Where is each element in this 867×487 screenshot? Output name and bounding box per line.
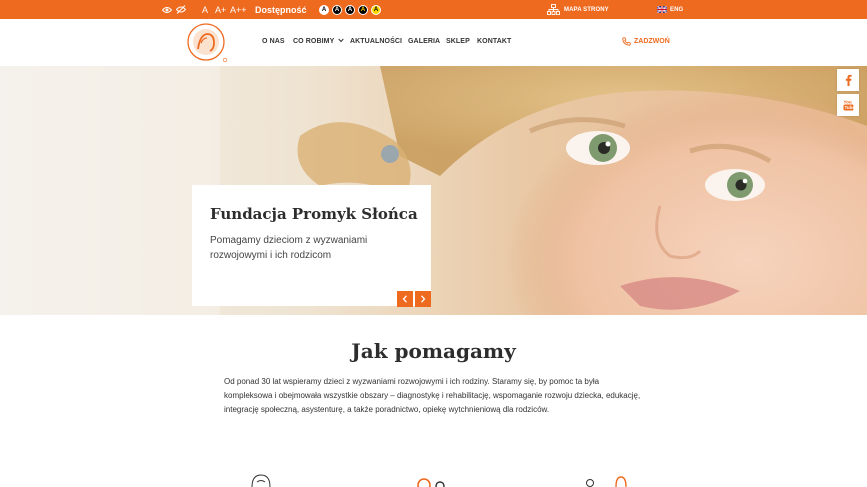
font-size-medium-button[interactable]: A+ xyxy=(215,0,226,19)
eye-icon[interactable] xyxy=(162,0,172,19)
contrast-white-button[interactable]: A xyxy=(319,4,329,15)
contrast-options: A A A A A xyxy=(319,0,381,19)
hero-subtitle: Pomagamy dzieciom z wyzwaniami rozwojowy… xyxy=(210,235,368,261)
svg-text:You: You xyxy=(843,100,851,105)
phone-icon xyxy=(622,37,631,46)
slider-next-button[interactable] xyxy=(415,291,431,307)
section-title: Jak pomagamy xyxy=(351,339,516,363)
sitemap-icon xyxy=(547,4,560,15)
youtube-button[interactable]: You Tube xyxy=(837,94,859,116)
people-icon xyxy=(417,478,445,487)
chevron-left-icon xyxy=(402,295,407,303)
nav-co-robimy[interactable]: CO ROBIMY xyxy=(293,38,344,45)
head-outline-icon xyxy=(251,474,271,487)
language-label: ENG xyxy=(670,6,684,13)
eye-off-icon[interactable] xyxy=(176,0,186,19)
sitemap-link[interactable]: MAPA STRONY xyxy=(547,0,609,19)
hero-title: Fundacja Promyk Słońca xyxy=(210,205,418,223)
chevron-right-icon xyxy=(421,295,426,303)
call-button[interactable]: ZADZWOŃ xyxy=(622,37,670,46)
svg-text:Tube: Tube xyxy=(844,105,854,110)
language-switch[interactable]: ENG xyxy=(657,0,683,19)
font-size-small-button[interactable]: A xyxy=(202,0,208,19)
nav-galeria[interactable]: GALERIA xyxy=(408,38,440,45)
accessibility-bar: A A+ A++ Dostępność A A A A A MAPA STRON… xyxy=(0,0,867,19)
hero-photo-girl xyxy=(0,66,867,315)
contrast-black-button[interactable]: A xyxy=(332,4,342,15)
nav-aktualnosci[interactable]: AKTUALNOŚCI xyxy=(350,38,402,45)
font-size-large-button[interactable]: A++ xyxy=(230,0,247,19)
accessibility-label: Dostępność xyxy=(255,4,307,15)
call-label: ZADZWOŃ xyxy=(634,38,670,45)
section-description: Od ponad 30 lat wspieramy dzieci z wyzwa… xyxy=(224,377,641,414)
hero-caption-card: Fundacja Promyk Słońca Pomagamy dzieciom… xyxy=(192,185,431,306)
contrast-yellow-button[interactable]: A xyxy=(371,4,381,15)
site-header: O NAS CO ROBIMY AKTUALNOŚCI GALERIA SKLE… xyxy=(0,19,867,66)
chevron-down-icon xyxy=(338,38,344,43)
sitemap-label: MAPA STRONY xyxy=(564,6,609,13)
hero-slider: Fundacja Promyk Słońca Pomagamy dzieciom… xyxy=(0,66,867,315)
nav-sklep[interactable]: SKLEP xyxy=(446,38,470,45)
contrast-black-yellow-button[interactable]: A xyxy=(358,4,368,15)
facebook-icon xyxy=(845,74,852,86)
contrast-black-white-button[interactable]: A xyxy=(345,4,355,15)
uk-flag-icon xyxy=(657,6,667,13)
slider-prev-button[interactable] xyxy=(397,291,413,307)
family-icon xyxy=(586,476,627,487)
nav-co-robimy-label: CO ROBIMY xyxy=(293,38,335,45)
facebook-button[interactable] xyxy=(837,69,859,91)
foundation-logo[interactable] xyxy=(185,23,228,63)
youtube-icon: YouTube xyxy=(843,100,854,111)
nav-kontakt[interactable]: KONTAKT xyxy=(477,38,511,45)
nav-o-nas[interactable]: O NAS xyxy=(262,38,285,45)
